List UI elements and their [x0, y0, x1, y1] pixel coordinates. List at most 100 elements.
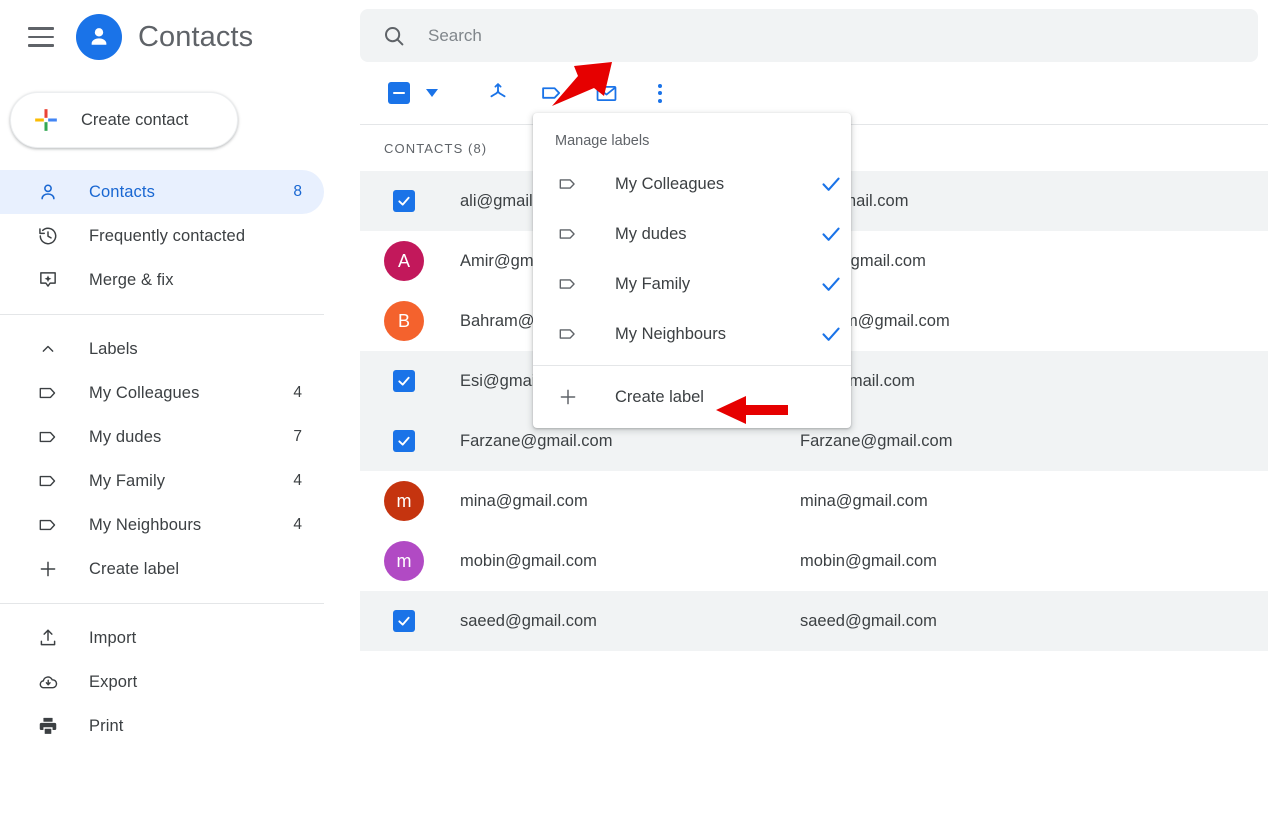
sidebar-create-label-text: Create label: [89, 559, 180, 578]
plus-icon: [36, 557, 60, 581]
label-tag-icon: [555, 271, 581, 297]
sidebar-label-my-neighbours[interactable]: My Neighbours 4: [0, 503, 324, 547]
row-checkbox-checked[interactable]: [393, 370, 415, 392]
create-contact-button[interactable]: Create contact: [10, 92, 238, 148]
sidebar-label-count: 4: [293, 472, 302, 489]
contacts-app: Contacts Create contact Contacts 8 Frequ…: [0, 0, 1268, 823]
sidebar-label-my-colleagues[interactable]: My Colleagues 4: [0, 371, 324, 415]
send-email-button[interactable]: [586, 73, 626, 113]
label-tag-icon: [36, 469, 60, 493]
contact-name: Farzane@gmail.com: [460, 431, 613, 450]
menu-item-my-neighbours[interactable]: My Neighbours: [533, 309, 851, 359]
history-icon: [36, 224, 60, 248]
check-icon: [822, 277, 840, 291]
sidebar-item-contacts[interactable]: Contacts 8: [0, 170, 324, 214]
contact-email: saeed@gmail.com: [800, 611, 937, 630]
page-title: Contacts: [138, 20, 254, 53]
sidebar-label-text: My Family: [89, 471, 166, 490]
envelope-icon: [596, 85, 616, 101]
label-tag-icon: [36, 381, 60, 405]
contact-name: saeed@gmail.com: [460, 611, 597, 630]
sidebar-label-my-dudes[interactable]: My dudes 7: [0, 415, 324, 459]
row-checkbox-checked[interactable]: [393, 430, 415, 452]
more-options-button[interactable]: [640, 73, 680, 113]
sidebar-item-import[interactable]: Import: [0, 616, 324, 660]
check-icon: [398, 196, 410, 206]
check-icon: [398, 436, 410, 446]
sidebar-item-label: Merge & fix: [89, 270, 174, 289]
kebab-menu-icon: [658, 83, 662, 103]
menu-item-label: My dudes: [615, 224, 687, 243]
label-tag-icon: [542, 87, 561, 99]
plus-icon: [555, 384, 581, 410]
sidebar-item-print[interactable]: Print: [0, 704, 324, 748]
menu-item-label: My Colleagues: [615, 174, 725, 193]
row-select-slot[interactable]: [384, 361, 424, 401]
label-tag-icon: [36, 513, 60, 537]
contacts-count-label: CONTACTS (8): [384, 140, 488, 156]
sidebar-divider-1: [0, 314, 324, 315]
label-tag-icon: [555, 221, 581, 247]
search-input[interactable]: [428, 20, 1188, 51]
sidebar: Contacts Create contact Contacts 8 Frequ…: [0, 0, 360, 823]
sidebar-item-frequently-contacted[interactable]: Frequently contacted: [0, 214, 324, 258]
avatar: m: [384, 541, 424, 581]
sidebar-create-label[interactable]: Create label: [0, 547, 324, 591]
select-all-checkbox[interactable]: [388, 82, 410, 104]
menu-title: Manage labels: [555, 133, 650, 149]
row-select-slot[interactable]: [384, 421, 424, 461]
sidebar-item-label: Contacts: [89, 182, 155, 201]
check-icon: [822, 327, 840, 341]
row-select-slot[interactable]: m: [384, 481, 424, 521]
table-row[interactable]: saeed@gmail.com saeed@gmail.com: [360, 591, 1268, 651]
table-row[interactable]: m mobin@gmail.com mobin@gmail.com: [360, 531, 1268, 591]
table-row[interactable]: m mina@gmail.com mina@gmail.com: [360, 471, 1268, 531]
sidebar-divider-2: [0, 603, 324, 604]
menu-item-my-colleagues[interactable]: My Colleagues: [533, 159, 851, 209]
sidebar-item-export[interactable]: Export: [0, 660, 324, 704]
contact-email: mina@gmail.com: [800, 491, 928, 510]
manage-labels-button[interactable]: [532, 73, 572, 113]
manage-labels-menu: Manage labels My Colleagues My dudes My …: [533, 113, 851, 428]
check-icon: [822, 177, 840, 191]
row-select-slot[interactable]: [384, 181, 424, 221]
row-checkbox-checked[interactable]: [393, 190, 415, 212]
row-checkbox-checked[interactable]: [393, 610, 415, 632]
create-label-menu-item[interactable]: Create label: [533, 366, 851, 428]
row-select-slot[interactable]: m: [384, 541, 424, 581]
avatar: m: [384, 481, 424, 521]
contact-email: Farzane@gmail.com: [800, 431, 953, 450]
sidebar-label-text: My Neighbours: [89, 515, 202, 534]
row-select-slot[interactable]: A: [384, 241, 424, 281]
caret-down-icon[interactable]: [426, 89, 438, 97]
contacts-person-logo: [76, 14, 122, 60]
labels-section-label: Labels: [89, 339, 138, 358]
menu-item-label: My Family: [615, 274, 691, 293]
menu-item-my-family[interactable]: My Family: [533, 259, 851, 309]
labels-section-header[interactable]: Labels: [0, 327, 360, 371]
menu-item-check: [811, 222, 851, 246]
row-select-slot[interactable]: B: [384, 301, 424, 341]
sidebar-item-label: Frequently contacted: [89, 226, 246, 245]
brand-row: Contacts: [0, 0, 360, 74]
menu-item-my-dudes[interactable]: My dudes: [533, 209, 851, 259]
menu-item-check: [811, 322, 851, 346]
row-select-slot[interactable]: [384, 601, 424, 641]
sidebar-item-label: Print: [89, 716, 124, 735]
sidebar-actions: Import Export Print: [0, 616, 360, 748]
hamburger-icon[interactable]: [28, 27, 54, 47]
create-label-text: Create label: [615, 387, 704, 406]
sidebar-item-label: Export: [89, 672, 138, 691]
sidebar-item-merge-and-fix[interactable]: Merge & fix: [0, 258, 324, 302]
contact-name: mobin@gmail.com: [460, 551, 597, 570]
sidebar-label-count: 7: [293, 428, 302, 445]
search-bar[interactable]: [360, 9, 1258, 62]
check-icon: [398, 616, 410, 626]
sidebar-label-my-family[interactable]: My Family 4: [0, 459, 324, 503]
avatar: B: [384, 301, 424, 341]
menu-item-label: My Neighbours: [615, 324, 726, 343]
plus-icon: [35, 109, 57, 131]
create-contact-label: Create contact: [81, 110, 189, 129]
merge-button[interactable]: [478, 73, 518, 113]
merge-icon: [490, 83, 506, 98]
